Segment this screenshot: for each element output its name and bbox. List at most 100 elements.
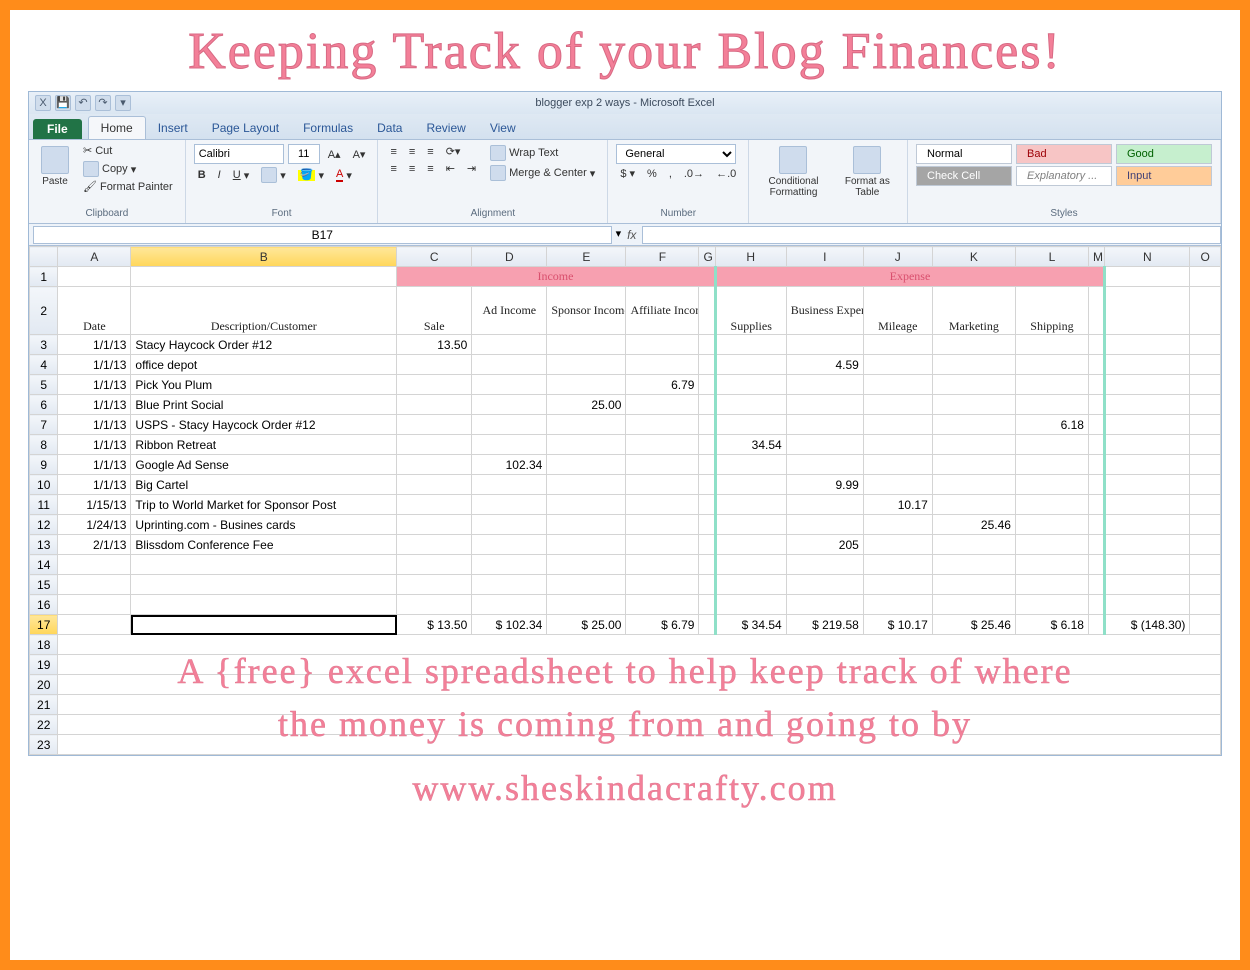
cell-affiliate[interactable]: [626, 335, 699, 355]
cell-sale[interactable]: [397, 495, 472, 515]
merge-center-button[interactable]: Merge & Center ▾: [486, 164, 599, 182]
cell-mileage[interactable]: [863, 335, 932, 355]
cell-date[interactable]: 1/1/13: [58, 395, 131, 415]
cell-bizexp[interactable]: [786, 515, 863, 535]
decrease-indent-button[interactable]: ⇤: [442, 161, 459, 176]
hdr-mileage[interactable]: Mileage: [863, 287, 932, 335]
row-header-18[interactable]: 18: [30, 635, 58, 655]
style-input[interactable]: Input: [1116, 166, 1212, 186]
hdr-date[interactable]: Date: [58, 287, 131, 335]
spreadsheet-grid[interactable]: A B C D E F G H I J K L M N O: [29, 246, 1221, 755]
row-header-10[interactable]: 10: [30, 475, 58, 495]
col-header-M[interactable]: M: [1088, 247, 1104, 267]
style-check-cell[interactable]: Check Cell: [916, 166, 1012, 186]
cell-date[interactable]: 1/1/13: [58, 415, 131, 435]
cell-date[interactable]: 1/24/13: [58, 515, 131, 535]
row-header-19[interactable]: 19: [30, 655, 58, 675]
align-center-button[interactable]: ≡: [405, 162, 419, 176]
section-income[interactable]: Income: [397, 267, 716, 287]
font-size-input[interactable]: [288, 144, 320, 164]
row-header-21[interactable]: 21: [30, 695, 58, 715]
col-header-C[interactable]: C: [397, 247, 472, 267]
total-sale[interactable]: $ 13.50: [397, 615, 472, 635]
total-sponsor[interactable]: $ 25.00: [547, 615, 626, 635]
cell-ad[interactable]: [472, 535, 547, 555]
border-button[interactable]: ▾: [257, 166, 290, 184]
row-header-7[interactable]: 7: [30, 415, 58, 435]
cell-mileage[interactable]: [863, 435, 932, 455]
cell-mileage[interactable]: [863, 395, 932, 415]
cell-affiliate[interactable]: 6.79: [626, 375, 699, 395]
total-bizexp[interactable]: $ 219.58: [786, 615, 863, 635]
row-header-6[interactable]: 6: [30, 395, 58, 415]
cell-mileage[interactable]: [863, 515, 932, 535]
total-affiliate[interactable]: $ 6.79: [626, 615, 699, 635]
cell-marketing[interactable]: [932, 455, 1015, 475]
undo-button[interactable]: ↶: [75, 95, 91, 111]
cell-sale[interactable]: [397, 455, 472, 475]
fill-color-button[interactable]: 🪣▾: [294, 168, 328, 183]
cell-marketing[interactable]: [932, 375, 1015, 395]
fx-icon[interactable]: fx: [621, 228, 642, 242]
total-shipping[interactable]: $ 6.18: [1015, 615, 1088, 635]
row-header-5[interactable]: 5: [30, 375, 58, 395]
cell-marketing[interactable]: 25.46: [932, 515, 1015, 535]
row-header-23[interactable]: 23: [30, 735, 58, 755]
cell-sponsor[interactable]: [547, 435, 626, 455]
cell-sale[interactable]: [397, 515, 472, 535]
wrap-text-button[interactable]: Wrap Text: [486, 144, 599, 162]
cell-mileage[interactable]: [863, 355, 932, 375]
cell-affiliate[interactable]: [626, 435, 699, 455]
hdr-affiliate[interactable]: Affiliate Income: [626, 287, 699, 335]
cell-supplies[interactable]: [715, 415, 786, 435]
col-header-K[interactable]: K: [932, 247, 1015, 267]
col-header-F[interactable]: F: [626, 247, 699, 267]
hdr-bizexp[interactable]: Business Expense: [786, 287, 863, 335]
row-header-13[interactable]: 13: [30, 535, 58, 555]
cell-sale[interactable]: [397, 475, 472, 495]
cell-shipping[interactable]: [1015, 435, 1088, 455]
row-header-14[interactable]: 14: [30, 555, 58, 575]
cell-shipping[interactable]: [1015, 475, 1088, 495]
cell-sponsor[interactable]: [547, 335, 626, 355]
hdr-supplies[interactable]: Supplies: [715, 287, 786, 335]
cell-mileage[interactable]: [863, 415, 932, 435]
total-mileage[interactable]: $ 10.17: [863, 615, 932, 635]
bold-button[interactable]: B: [194, 168, 210, 182]
cell-supplies[interactable]: [715, 375, 786, 395]
increase-indent-button[interactable]: ⇥: [463, 161, 480, 176]
cell-desc[interactable]: Pick You Plum: [131, 375, 397, 395]
row-header-20[interactable]: 20: [30, 675, 58, 695]
decrease-decimal-button[interactable]: ←.0: [712, 167, 740, 181]
align-left-button[interactable]: ≡: [386, 162, 400, 176]
select-all-corner[interactable]: [30, 247, 58, 267]
cell-supplies[interactable]: [715, 515, 786, 535]
cell-shipping[interactable]: [1015, 395, 1088, 415]
align-middle-button[interactable]: ≡: [405, 145, 419, 159]
cell-supplies[interactable]: [715, 355, 786, 375]
hdr-desc[interactable]: Description/Customer: [131, 287, 397, 335]
cell-supplies[interactable]: [715, 395, 786, 415]
row-header-1[interactable]: 1: [30, 267, 58, 287]
col-header-N[interactable]: N: [1105, 247, 1190, 267]
cell-bizexp[interactable]: [786, 495, 863, 515]
font-color-button[interactable]: A▾: [332, 167, 356, 183]
cell-sponsor[interactable]: 25.00: [547, 395, 626, 415]
cell-sale[interactable]: [397, 535, 472, 555]
cell-bizexp[interactable]: [786, 335, 863, 355]
save-button[interactable]: 💾: [55, 95, 71, 111]
cell-shipping[interactable]: [1015, 515, 1088, 535]
cell-date[interactable]: 1/1/13: [58, 455, 131, 475]
cell-shipping[interactable]: 6.18: [1015, 415, 1088, 435]
cell-mileage[interactable]: [863, 475, 932, 495]
cell-marketing[interactable]: [932, 535, 1015, 555]
cell-ad[interactable]: [472, 475, 547, 495]
comma-format-button[interactable]: ,: [665, 167, 676, 181]
total-net[interactable]: $ (148.30): [1105, 615, 1190, 635]
cell-affiliate[interactable]: [626, 475, 699, 495]
col-header-J[interactable]: J: [863, 247, 932, 267]
qat-dropdown[interactable]: ▾: [115, 95, 131, 111]
name-box[interactable]: [33, 226, 612, 244]
col-header-H[interactable]: H: [715, 247, 786, 267]
total-marketing[interactable]: $ 25.46: [932, 615, 1015, 635]
